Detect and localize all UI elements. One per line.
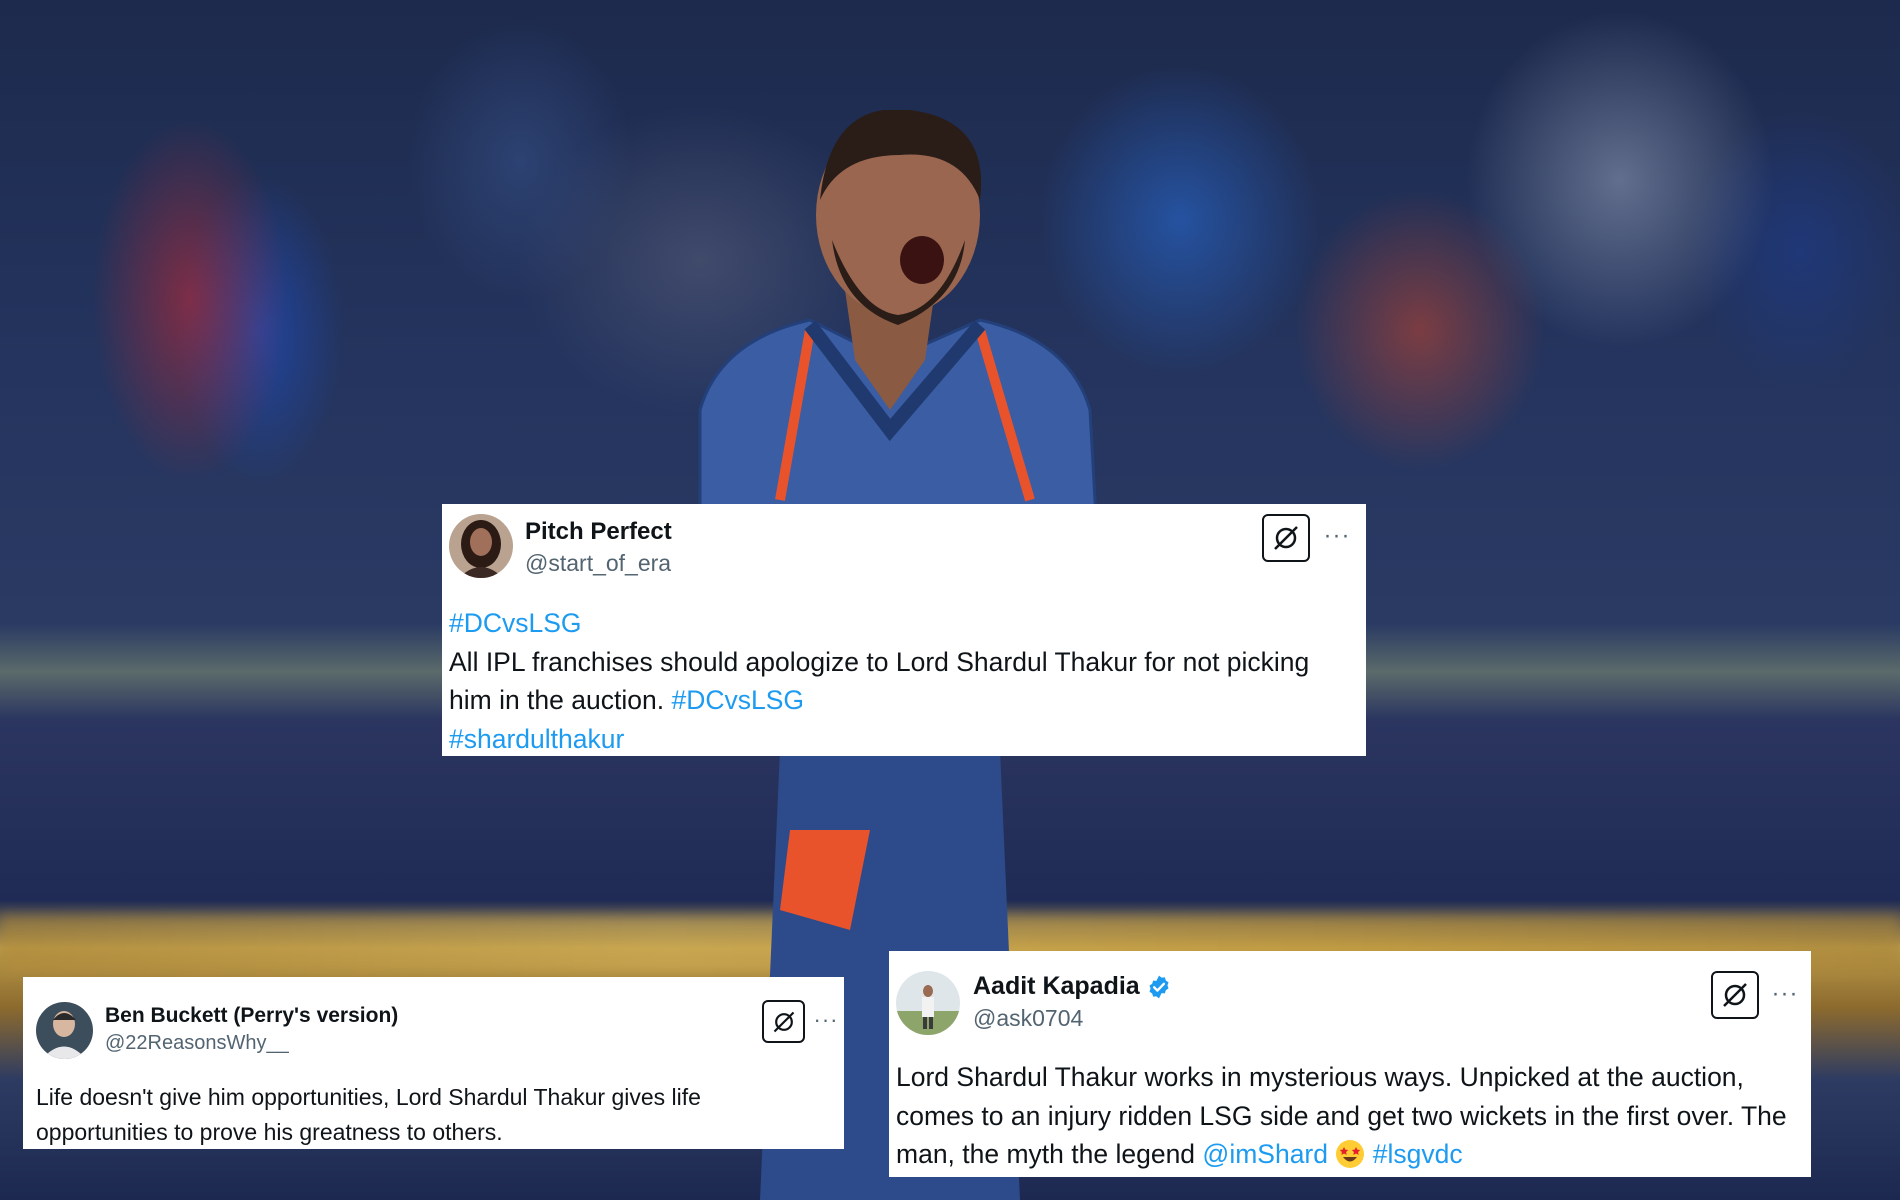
more-options-button[interactable]: ··· — [1768, 980, 1802, 1008]
tweet-body: Life doesn't give him opportunities, Lor… — [36, 1084, 701, 1145]
star-struck-emoji-icon — [1336, 1140, 1365, 1168]
user-handle[interactable]: @ask0704 — [973, 1005, 1083, 1032]
more-icon: ··· — [1771, 980, 1799, 1007]
tweet-card: Pitch Perfect @start_of_era ··· #DCvsLSG… — [442, 504, 1366, 756]
more-icon: ··· — [813, 1007, 839, 1032]
grok-icon — [773, 1011, 794, 1032]
mention-link[interactable]: @imShard — [1202, 1139, 1328, 1169]
grok-icon — [1274, 526, 1298, 550]
user-handle[interactable]: @22ReasonsWhy__ — [105, 1032, 289, 1055]
hashtag-link[interactable]: #lsgvdc — [1373, 1139, 1463, 1169]
display-name[interactable]: Ben Buckett (Perry's version) — [105, 1004, 398, 1028]
verified-badge-icon — [1149, 976, 1169, 999]
avatar[interactable] — [449, 514, 513, 578]
grok-button[interactable] — [1711, 971, 1759, 1019]
more-options-button[interactable]: ··· — [813, 1007, 839, 1033]
tweet-card: Aadit Kapadia @ask0704 ··· Lord Shardul … — [889, 951, 1811, 1177]
display-name[interactable]: Pitch Perfect — [525, 518, 672, 546]
grok-button[interactable] — [762, 1000, 805, 1043]
more-icon: ··· — [1323, 522, 1351, 549]
tweet-text: Lord Shardul Thakur works in mysterious … — [896, 1058, 1801, 1174]
grok-icon — [1723, 983, 1747, 1007]
user-handle[interactable]: @start_of_era — [525, 550, 671, 577]
avatar[interactable] — [896, 971, 960, 1035]
hashtag-link[interactable]: #DCvsLSG — [671, 685, 804, 715]
more-options-button[interactable]: ··· — [1320, 522, 1354, 550]
tweet-text: Life doesn't give him opportunities, Lor… — [36, 1080, 832, 1149]
tweet-text: #DCvsLSG All IPL franchises should apolo… — [449, 604, 1358, 758]
hashtag-link[interactable]: #shardulthakur — [449, 724, 624, 754]
tweet-card: Ben Buckett (Perry's version) @22Reasons… — [23, 977, 844, 1149]
tweet-body: All IPL franchises should apologize to L… — [449, 646, 1310, 716]
hashtag-link[interactable]: #DCvsLSG — [449, 608, 582, 638]
grok-button[interactable] — [1262, 514, 1310, 562]
display-name[interactable]: Aadit Kapadia — [973, 972, 1172, 1001]
avatar[interactable] — [36, 1002, 93, 1059]
